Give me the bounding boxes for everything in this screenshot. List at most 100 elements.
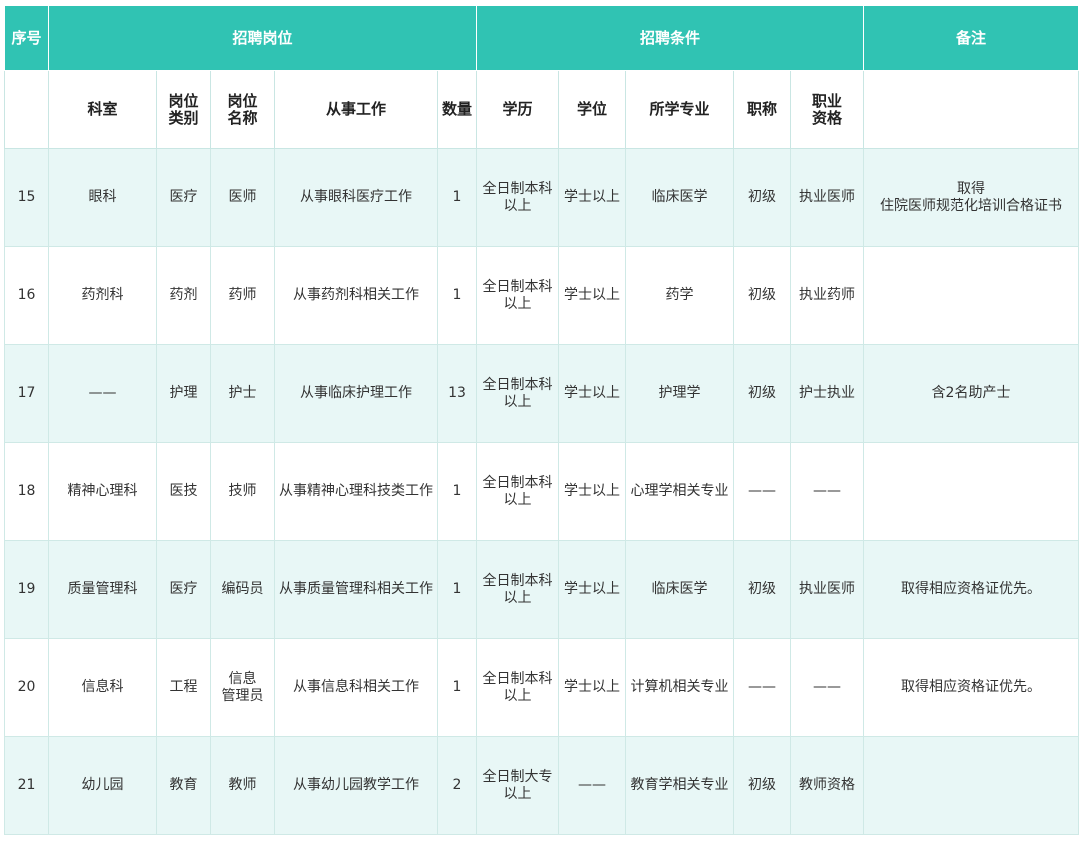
subheader-qualification: 职业 资格 [790, 70, 865, 149]
cell-title: —— [733, 638, 792, 737]
cell-seq: 17 [4, 344, 49, 443]
cell-seq: 21 [4, 736, 49, 835]
cell-count: 13 [436, 344, 478, 443]
cell-work: 从事药剂科相关工作 [274, 246, 438, 345]
cell-title: 初级 [733, 246, 792, 345]
cell-name: 信息 管理员 [210, 638, 275, 737]
cell-name: 编码员 [210, 540, 275, 639]
table-row: 16 药剂科 药剂 药师 从事药剂科相关工作 1 全日制本科 以上 学士以上 药… [4, 246, 1080, 345]
subheader-row: 科室 岗位 类别 岗位 名称 从事工作 数量 学历 学位 所学专业 职称 职业 … [4, 70, 1080, 149]
cell-education: 全日制本科 以上 [476, 148, 560, 247]
cell-degree: —— [558, 736, 627, 835]
cell-degree: 学士以上 [558, 442, 627, 541]
subheader-count: 数量 [436, 70, 478, 149]
cell-count: 1 [436, 442, 478, 541]
cell-qualification: 执业医师 [790, 148, 865, 247]
cell-name: 药师 [210, 246, 275, 345]
cell-major: 教育学相关专业 [625, 736, 735, 835]
table-row: 18 精神心理科 医技 技师 从事精神心理科技类工作 1 全日制本科 以上 学士… [4, 442, 1080, 541]
cell-degree: 学士以上 [558, 540, 627, 639]
subheader-education: 学历 [476, 70, 560, 149]
cell-dept: 药剂科 [48, 246, 157, 345]
subheader-dept: 科室 [48, 70, 157, 149]
cell-qualification: 执业药师 [790, 246, 865, 345]
cell-qualification: —— [790, 442, 865, 541]
header-seq: 序号 [4, 5, 49, 71]
cell-remark [863, 736, 1080, 835]
table-row: 20 信息科 工程 信息 管理员 从事信息科相关工作 1 全日制本科 以上 学士… [4, 638, 1080, 737]
cell-education: 全日制大专 以上 [476, 736, 560, 835]
cell-work: 从事眼科医疗工作 [274, 148, 438, 247]
cell-education: 全日制本科 以上 [476, 344, 560, 443]
cell-seq: 20 [4, 638, 49, 737]
cell-title: —— [733, 442, 792, 541]
cell-remark: 含2名助产士 [863, 344, 1080, 443]
cell-dept: —— [48, 344, 157, 443]
cell-type: 护理 [156, 344, 211, 443]
cell-education: 全日制本科 以上 [476, 638, 560, 737]
cell-name: 医师 [210, 148, 275, 247]
subheader-remark-empty [863, 70, 1080, 149]
cell-major: 临床医学 [625, 148, 735, 247]
cell-name: 教师 [210, 736, 275, 835]
cell-degree: 学士以上 [558, 246, 627, 345]
cell-qualification: 教师资格 [790, 736, 865, 835]
cell-major: 心理学相关专业 [625, 442, 735, 541]
cell-name: 技师 [210, 442, 275, 541]
cell-work: 从事精神心理科技类工作 [274, 442, 438, 541]
subheader-empty [4, 70, 49, 149]
cell-degree: 学士以上 [558, 638, 627, 737]
cell-qualification: 护士执业 [790, 344, 865, 443]
subheader-post-name: 岗位 名称 [210, 70, 275, 149]
recruitment-table-container: 序号 招聘岗位 招聘条件 备注 科室 岗位 类别 岗位 名称 从事工作 数量 学… [4, 5, 1080, 835]
cell-remark [863, 246, 1080, 345]
cell-title: 初级 [733, 736, 792, 835]
cell-work: 从事幼儿园教学工作 [274, 736, 438, 835]
cell-major: 计算机相关专业 [625, 638, 735, 737]
cell-type: 工程 [156, 638, 211, 737]
cell-degree: 学士以上 [558, 344, 627, 443]
cell-work: 从事临床护理工作 [274, 344, 438, 443]
cell-remark [863, 442, 1080, 541]
table-row: 15 眼科 医疗 医师 从事眼科医疗工作 1 全日制本科 以上 学士以上 临床医… [4, 148, 1080, 247]
cell-dept: 质量管理科 [48, 540, 157, 639]
table-row: 21 幼儿园 教育 教师 从事幼儿园教学工作 2 全日制大专 以上 —— 教育学… [4, 736, 1080, 835]
cell-qualification: 执业医师 [790, 540, 865, 639]
cell-education: 全日制本科 以上 [476, 442, 560, 541]
subheader-degree: 学位 [558, 70, 627, 149]
cell-seq: 15 [4, 148, 49, 247]
header-remark: 备注 [863, 5, 1080, 71]
cell-title: 初级 [733, 344, 792, 443]
cell-seq: 19 [4, 540, 49, 639]
cell-title: 初级 [733, 148, 792, 247]
cell-major: 护理学 [625, 344, 735, 443]
cell-type: 医疗 [156, 148, 211, 247]
subheader-major: 所学专业 [625, 70, 735, 149]
cell-remark: 取得相应资格证优先。 [863, 540, 1080, 639]
cell-name: 护士 [210, 344, 275, 443]
cell-dept: 信息科 [48, 638, 157, 737]
header-row: 序号 招聘岗位 招聘条件 备注 [4, 5, 1080, 71]
cell-type: 药剂 [156, 246, 211, 345]
subheader-title: 职称 [733, 70, 792, 149]
cell-count: 2 [436, 736, 478, 835]
cell-remark: 取得相应资格证优先。 [863, 638, 1080, 737]
cell-type: 医疗 [156, 540, 211, 639]
cell-remark: 取得 住院医师规范化培训合格证书 [863, 148, 1080, 247]
cell-type: 医技 [156, 442, 211, 541]
cell-major: 临床医学 [625, 540, 735, 639]
cell-education: 全日制本科 以上 [476, 246, 560, 345]
header-recruitment-conditions: 招聘条件 [476, 5, 865, 71]
table-row: 17 —— 护理 护士 从事临床护理工作 13 全日制本科 以上 学士以上 护理… [4, 344, 1080, 443]
cell-title: 初级 [733, 540, 792, 639]
cell-seq: 18 [4, 442, 49, 541]
cell-qualification: —— [790, 638, 865, 737]
cell-work: 从事信息科相关工作 [274, 638, 438, 737]
cell-count: 1 [436, 246, 478, 345]
cell-degree: 学士以上 [558, 148, 627, 247]
header-recruitment-post: 招聘岗位 [47, 5, 478, 71]
cell-count: 1 [436, 148, 478, 247]
subheader-work: 从事工作 [274, 70, 438, 149]
subheader-post-type: 岗位 类别 [156, 70, 211, 149]
cell-count: 1 [436, 638, 478, 737]
